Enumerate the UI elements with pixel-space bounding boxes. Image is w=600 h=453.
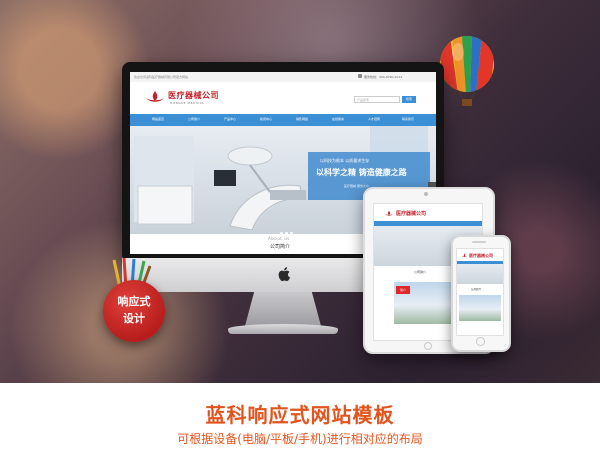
banner-line-2: 以科学之精 铸造健康之路 — [316, 168, 407, 177]
promo-banner: 欢迎访问蓝科医疗器械有限公司官方网站 服务热线：400-8790-2014 医疗… — [0, 0, 600, 453]
nav-item[interactable]: 产品中心 — [224, 117, 236, 121]
nav-item[interactable]: 销售网络 — [296, 117, 308, 121]
headline-subtitle: 可根据设备(电脑/平板/手机)进行相对应的布局 — [177, 432, 423, 446]
phone-speaker — [472, 241, 486, 243]
about-title-en: About us — [268, 236, 290, 241]
banner-line-1: 以科技为根本 以质量求生存 — [320, 158, 370, 163]
hotline-number: 400-8790-2014 — [379, 75, 403, 79]
nav-item[interactable]: 网站首页 — [152, 117, 164, 121]
phone-icon — [358, 74, 362, 78]
nav-item[interactable]: 在线留言 — [332, 117, 344, 121]
site-nav: 网站首页 公司简介 产品中心 新闻中心 销售网络 在线留言 人才招聘 联系我们 — [130, 114, 436, 126]
badge-line-2: 设计 — [123, 312, 145, 325]
nav-item[interactable]: 联系我们 — [402, 117, 414, 121]
nav-item[interactable]: 人才招聘 — [368, 117, 380, 121]
apple-logo-icon — [278, 267, 291, 282]
nav-item[interactable]: 公司简介 — [188, 117, 200, 121]
hotline-label: 服务热线： — [364, 75, 380, 79]
site-search-button[interactable]: 搜索 — [402, 96, 416, 103]
about-title-cn: 公司简介 — [270, 244, 291, 250]
topbar-welcome: 欢迎访问蓝科医疗器械有限公司官方网站 — [134, 75, 189, 79]
topbar-hotline: 服务热线：400-8790-2014 — [364, 75, 402, 79]
balloon-icon — [440, 36, 494, 106]
site-header: 医疗器械公司 HONGKE MEDICAL 产品搜索 搜索 — [130, 82, 436, 114]
phone-logo-text: 医疗器械公司 — [469, 253, 493, 258]
phone-building-photo — [459, 295, 501, 321]
site-search-input[interactable]: 产品搜索 — [354, 96, 400, 103]
medical-logo-icon[interactable] — [144, 89, 166, 105]
phone-home-button — [476, 337, 485, 346]
tablet-logo-text: 医疗器械公司 — [396, 211, 427, 217]
banner-dot[interactable] — [290, 232, 293, 235]
tablet-camera — [424, 192, 428, 196]
site-logo-text[interactable]: 医疗器械公司 — [168, 90, 219, 101]
tablet-intro-badge: 简介 — [396, 286, 410, 294]
banner-line-3: 医疗器械 服务大众 — [344, 184, 369, 188]
site-logo-subtitle: HONGKE MEDICAL — [170, 101, 205, 105]
phone-website-preview: 医疗器械公司 公司简介 — [456, 248, 504, 336]
headline-title: 蓝科响应式网站模板 — [205, 403, 395, 427]
phone-banner — [457, 264, 503, 284]
nav-item[interactable]: 新闻中心 — [260, 117, 272, 121]
medical-logo-icon — [461, 253, 468, 257]
phone-about-title: 公司简介 — [471, 288, 482, 291]
tablet-home-button — [424, 342, 432, 350]
badge-line-1: 响应式 — [117, 295, 151, 308]
banner-dot[interactable] — [285, 232, 288, 235]
imac-stand-base — [228, 324, 338, 334]
imac-stand-neck — [245, 292, 321, 326]
banner-dot[interactable] — [280, 232, 283, 235]
tablet-about-title: 公司简介 — [414, 270, 427, 274]
medical-logo-icon — [385, 210, 393, 216]
